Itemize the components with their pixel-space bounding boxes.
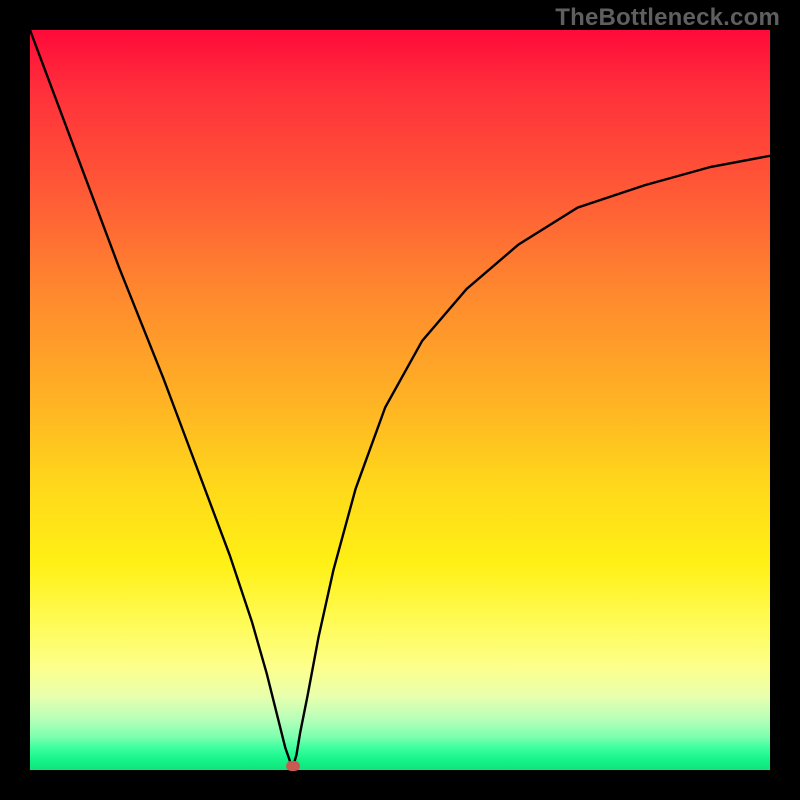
curve-svg	[30, 30, 770, 770]
curve-left-branch	[30, 30, 770, 766]
min-marker	[286, 761, 300, 771]
chart-frame: TheBottleneck.com	[0, 0, 800, 800]
plot-area	[30, 30, 770, 770]
watermark-text: TheBottleneck.com	[555, 4, 780, 32]
